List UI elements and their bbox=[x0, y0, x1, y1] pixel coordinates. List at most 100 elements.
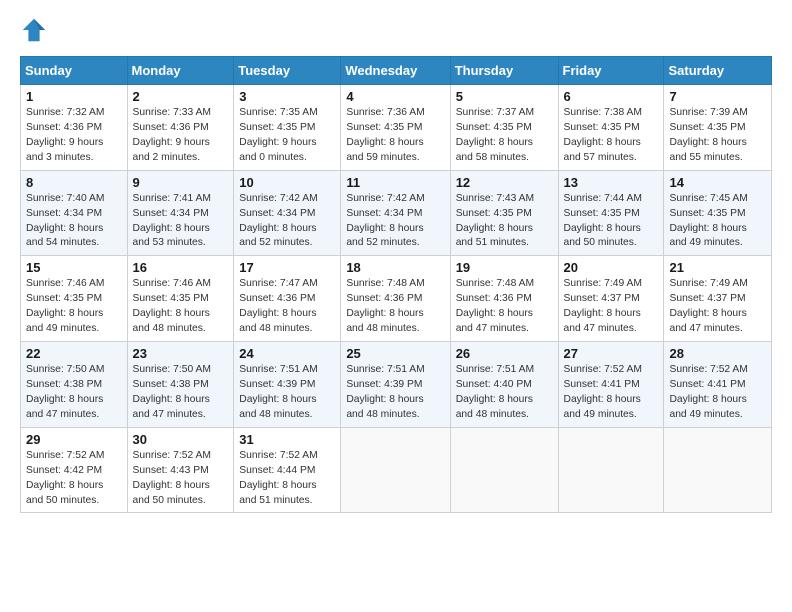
day-info: Sunrise: 7:44 AMSunset: 4:35 PMDaylight:… bbox=[564, 192, 659, 252]
day-number: 22 bbox=[26, 346, 122, 361]
day-number: 16 bbox=[133, 260, 229, 275]
calendar-cell: 28 Sunrise: 7:52 AMSunset: 4:41 PMDayligh… bbox=[664, 342, 772, 428]
day-info: Sunrise: 7:52 AMSunset: 4:41 PMDaylight:… bbox=[564, 363, 659, 423]
day-number: 15 bbox=[26, 260, 122, 275]
logo-icon bbox=[20, 16, 48, 44]
calendar-cell: 3 Sunrise: 7:35 AMSunset: 4:35 PMDaylight… bbox=[234, 85, 341, 171]
day-number: 7 bbox=[669, 89, 766, 104]
day-info: Sunrise: 7:51 AMSunset: 4:39 PMDaylight:… bbox=[346, 363, 444, 423]
calendar-cell: 20Sunrise: 7:49 AMSunset: 4:37 PMDayligh… bbox=[558, 256, 664, 342]
day-number: 5 bbox=[456, 89, 553, 104]
day-info: Sunrise: 7:42 AMSunset: 4:34 PMDaylight:… bbox=[346, 192, 444, 252]
day-info: Sunrise: 7:51 AMSunset: 4:40 PMDaylight:… bbox=[456, 363, 553, 423]
day-info: Sunrise: 7:48 AMSunset: 4:36 PMDaylight:… bbox=[346, 277, 444, 337]
calendar-cell: 10 Sunrise: 7:42 AMSunset: 4:34 PMDayligh… bbox=[234, 170, 341, 256]
empty-cell bbox=[664, 427, 772, 513]
calendar-cell: 9 Sunrise: 7:41 AMSunset: 4:34 PMDaylight… bbox=[127, 170, 234, 256]
day-info: Sunrise: 7:32 AMSunset: 4:36 PMDaylight:… bbox=[26, 106, 122, 166]
day-number: 21 bbox=[669, 260, 766, 275]
day-number: 2 bbox=[133, 89, 229, 104]
calendar-cell: 4 Sunrise: 7:36 AMSunset: 4:35 PMDaylight… bbox=[341, 85, 450, 171]
calendar-cell: 1 Sunrise: 7:32 AMSunset: 4:36 PMDaylight… bbox=[21, 85, 128, 171]
calendar-cell: 29 Sunrise: 7:52 AMSunset: 4:42 PMDayligh… bbox=[21, 427, 128, 513]
day-info: Sunrise: 7:40 AMSunset: 4:34 PMDaylight:… bbox=[26, 192, 122, 252]
day-number: 11 bbox=[346, 175, 444, 190]
day-number: 24 bbox=[239, 346, 335, 361]
day-info: Sunrise: 7:36 AMSunset: 4:35 PMDaylight:… bbox=[346, 106, 444, 166]
day-info: Sunrise: 7:45 AMSunset: 4:35 PMDaylight:… bbox=[669, 192, 766, 252]
day-number: 27 bbox=[564, 346, 659, 361]
calendar-cell: 19 Sunrise: 7:48 AMSunset: 4:36 PMDayligh… bbox=[450, 256, 558, 342]
day-number: 3 bbox=[239, 89, 335, 104]
weekday-header: Friday bbox=[558, 57, 664, 85]
weekday-header: Tuesday bbox=[234, 57, 341, 85]
day-info: Sunrise: 7:39 AMSunset: 4:35 PMDaylight:… bbox=[669, 106, 766, 166]
day-info: Sunrise: 7:46 AMSunset: 4:35 PMDaylight:… bbox=[133, 277, 229, 337]
calendar-cell: 25Sunrise: 7:51 AMSunset: 4:39 PMDayligh… bbox=[341, 342, 450, 428]
day-info: Sunrise: 7:48 AMSunset: 4:36 PMDaylight:… bbox=[456, 277, 553, 337]
page: SundayMondayTuesdayWednesdayThursdayFrid… bbox=[0, 0, 792, 523]
calendar-cell: 14 Sunrise: 7:45 AMSunset: 4:35 PMDayligh… bbox=[664, 170, 772, 256]
day-info: Sunrise: 7:50 AMSunset: 4:38 PMDaylight:… bbox=[133, 363, 229, 423]
day-info: Sunrise: 7:43 AMSunset: 4:35 PMDaylight:… bbox=[456, 192, 553, 252]
calendar-cell: 12 Sunrise: 7:43 AMSunset: 4:35 PMDayligh… bbox=[450, 170, 558, 256]
calendar-cell: 31 Sunrise: 7:52 AMSunset: 4:44 PMDayligh… bbox=[234, 427, 341, 513]
day-info: Sunrise: 7:38 AMSunset: 4:35 PMDaylight:… bbox=[564, 106, 659, 166]
day-number: 1 bbox=[26, 89, 122, 104]
calendar-cell: 5Sunrise: 7:37 AMSunset: 4:35 PMDaylight… bbox=[450, 85, 558, 171]
logo bbox=[20, 16, 52, 44]
calendar-cell: 24 Sunrise: 7:51 AMSunset: 4:39 PMDayligh… bbox=[234, 342, 341, 428]
day-info: Sunrise: 7:33 AMSunset: 4:36 PMDaylight:… bbox=[133, 106, 229, 166]
day-number: 20 bbox=[564, 260, 659, 275]
weekday-header: Thursday bbox=[450, 57, 558, 85]
day-info: Sunrise: 7:35 AMSunset: 4:35 PMDaylight:… bbox=[239, 106, 335, 166]
day-number: 17 bbox=[239, 260, 335, 275]
day-number: 31 bbox=[239, 432, 335, 447]
calendar-cell: 8 Sunrise: 7:40 AMSunset: 4:34 PMDaylight… bbox=[21, 170, 128, 256]
calendar-cell: 17Sunrise: 7:47 AMSunset: 4:36 PMDayligh… bbox=[234, 256, 341, 342]
day-info: Sunrise: 7:51 AMSunset: 4:39 PMDaylight:… bbox=[239, 363, 335, 423]
day-info: Sunrise: 7:42 AMSunset: 4:34 PMDaylight:… bbox=[239, 192, 335, 252]
day-number: 8 bbox=[26, 175, 122, 190]
day-number: 6 bbox=[564, 89, 659, 104]
empty-cell bbox=[450, 427, 558, 513]
day-number: 10 bbox=[239, 175, 335, 190]
day-number: 12 bbox=[456, 175, 553, 190]
day-number: 4 bbox=[346, 89, 444, 104]
day-info: Sunrise: 7:52 AMSunset: 4:42 PMDaylight:… bbox=[26, 449, 122, 509]
calendar-cell: 16 Sunrise: 7:46 AMSunset: 4:35 PMDayligh… bbox=[127, 256, 234, 342]
calendar-cell: 27 Sunrise: 7:52 AMSunset: 4:41 PMDayligh… bbox=[558, 342, 664, 428]
calendar-cell: 26 Sunrise: 7:51 AMSunset: 4:40 PMDayligh… bbox=[450, 342, 558, 428]
calendar-table: SundayMondayTuesdayWednesdayThursdayFrid… bbox=[20, 56, 772, 513]
calendar-cell: 15 Sunrise: 7:46 AMSunset: 4:35 PMDayligh… bbox=[21, 256, 128, 342]
weekday-header: Sunday bbox=[21, 57, 128, 85]
day-info: Sunrise: 7:50 AMSunset: 4:38 PMDaylight:… bbox=[26, 363, 122, 423]
weekday-header: Wednesday bbox=[341, 57, 450, 85]
day-number: 14 bbox=[669, 175, 766, 190]
day-number: 9 bbox=[133, 175, 229, 190]
calendar-cell: 7 Sunrise: 7:39 AMSunset: 4:35 PMDaylight… bbox=[664, 85, 772, 171]
calendar-cell: 30 Sunrise: 7:52 AMSunset: 4:43 PMDayligh… bbox=[127, 427, 234, 513]
day-number: 13 bbox=[564, 175, 659, 190]
calendar-cell: 2 Sunrise: 7:33 AMSunset: 4:36 PMDaylight… bbox=[127, 85, 234, 171]
day-number: 28 bbox=[669, 346, 766, 361]
day-info: Sunrise: 7:52 AMSunset: 4:43 PMDaylight:… bbox=[133, 449, 229, 509]
day-info: Sunrise: 7:41 AMSunset: 4:34 PMDaylight:… bbox=[133, 192, 229, 252]
weekday-header: Monday bbox=[127, 57, 234, 85]
calendar-cell: 11 Sunrise: 7:42 AMSunset: 4:34 PMDayligh… bbox=[341, 170, 450, 256]
calendar-cell: 6 Sunrise: 7:38 AMSunset: 4:35 PMDaylight… bbox=[558, 85, 664, 171]
day-number: 30 bbox=[133, 432, 229, 447]
day-number: 18 bbox=[346, 260, 444, 275]
calendar-cell: 22 Sunrise: 7:50 AMSunset: 4:38 PMDayligh… bbox=[21, 342, 128, 428]
calendar-cell: 13 Sunrise: 7:44 AMSunset: 4:35 PMDayligh… bbox=[558, 170, 664, 256]
day-info: Sunrise: 7:46 AMSunset: 4:35 PMDaylight:… bbox=[26, 277, 122, 337]
day-number: 19 bbox=[456, 260, 553, 275]
day-number: 29 bbox=[26, 432, 122, 447]
day-info: Sunrise: 7:52 AMSunset: 4:44 PMDaylight:… bbox=[239, 449, 335, 509]
weekday-header: Saturday bbox=[664, 57, 772, 85]
empty-cell bbox=[558, 427, 664, 513]
day-info: Sunrise: 7:52 AMSunset: 4:41 PMDaylight:… bbox=[669, 363, 766, 423]
day-number: 26 bbox=[456, 346, 553, 361]
calendar-cell: 23Sunrise: 7:50 AMSunset: 4:38 PMDayligh… bbox=[127, 342, 234, 428]
calendar-cell: 18 Sunrise: 7:48 AMSunset: 4:36 PMDayligh… bbox=[341, 256, 450, 342]
